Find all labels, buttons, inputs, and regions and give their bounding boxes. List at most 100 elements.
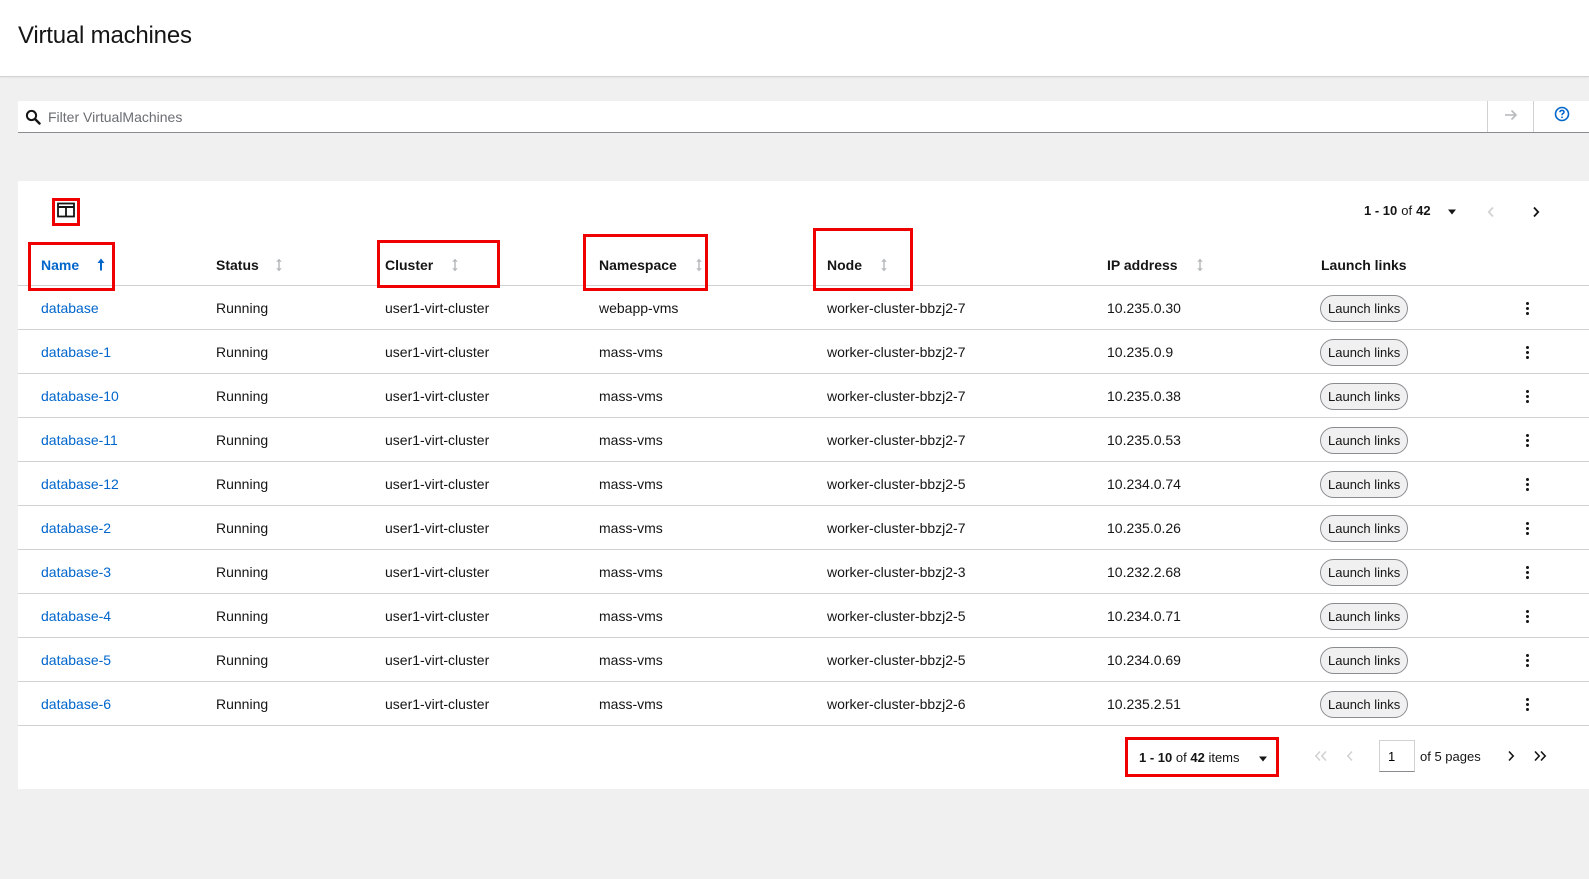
row-actions-button[interactable]	[1526, 374, 1538, 418]
row-actions-button[interactable]	[1526, 682, 1538, 726]
vm-name-link[interactable]: database-12	[41, 462, 119, 506]
launch-links-cell: Launch links	[1320, 594, 1409, 638]
ip-address-cell: 10.235.0.26	[1107, 520, 1181, 536]
launch-links-cell: Launch links	[1320, 506, 1409, 550]
top-next-page-button[interactable]	[1532, 205, 1540, 223]
launch-links-cell: Launch links	[1320, 286, 1409, 330]
row-actions-button[interactable]	[1526, 638, 1538, 682]
caret-down-icon	[1258, 750, 1268, 765]
cluster-cell: user1-virt-cluster	[385, 608, 490, 624]
top-pagination-toggle[interactable]: 1 - 10 of 42	[1364, 203, 1457, 218]
launch-links-button[interactable]: Launch links	[1320, 338, 1409, 366]
launch-links-cell: Launch links	[1320, 374, 1409, 418]
ip-address-cell: 10.235.0.53	[1107, 432, 1181, 448]
vm-name-link[interactable]: database-11	[41, 418, 118, 462]
column-header-status[interactable]: Status	[216, 243, 283, 286]
row-actions-button[interactable]	[1526, 286, 1538, 330]
cluster-cell: user1-virt-cluster	[385, 432, 490, 448]
vm-name-link[interactable]: database-5	[41, 638, 111, 682]
columns-icon	[57, 202, 75, 223]
bottom-pagination-of: of	[1175, 749, 1187, 765]
kebab-icon	[1526, 301, 1529, 315]
bottom-pagination-toggle[interactable]: 1 - 10 of 42 items	[1125, 737, 1279, 777]
page-count-text: of 5 pages	[1420, 749, 1481, 764]
status-cell: Running	[216, 696, 269, 712]
launch-links-button[interactable]: Launch links	[1320, 426, 1409, 454]
column-label: Launch links	[1321, 256, 1407, 273]
page-number-input[interactable]	[1379, 740, 1415, 772]
kebab-icon	[1526, 389, 1529, 403]
node-cell: worker-cluster-bbzj2-7	[827, 432, 966, 448]
ip-address-cell: 10.235.0.38	[1107, 388, 1181, 404]
bottom-pagination-summary: 1 - 10 of 42 items	[1139, 750, 1240, 765]
vm-name-link[interactable]: database-4	[41, 594, 111, 638]
row-actions-button[interactable]	[1526, 506, 1538, 550]
namespace-cell: mass-vms	[599, 652, 663, 668]
cluster-cell: user1-virt-cluster	[385, 652, 490, 668]
vm-name-link[interactable]: database	[41, 286, 99, 330]
highlight-box	[377, 240, 500, 288]
vm-name-link[interactable]: database-3	[41, 550, 111, 594]
highlight-box	[813, 228, 913, 291]
vm-name-link[interactable]: database-10	[41, 374, 119, 418]
namespace-cell: mass-vms	[599, 564, 663, 580]
launch-links-button[interactable]: Launch links	[1320, 558, 1409, 586]
column-header-ip-address[interactable]: IP address	[1107, 243, 1204, 286]
next-page-button[interactable]	[1507, 749, 1515, 767]
row-actions-button[interactable]	[1526, 462, 1538, 506]
node-cell: worker-cluster-bbzj2-5	[827, 476, 966, 492]
ip-address-cell: 10.235.2.51	[1107, 696, 1181, 712]
status-cell: Running	[216, 344, 269, 360]
filter-bar	[18, 101, 1589, 133]
row-actions-button[interactable]	[1526, 550, 1538, 594]
vm-name-link[interactable]: database-6	[41, 682, 111, 726]
page-title: Virtual machines	[18, 22, 192, 49]
cluster-cell: user1-virt-cluster	[385, 696, 490, 712]
node-cell: worker-cluster-bbzj2-6	[827, 696, 966, 712]
manage-columns-button[interactable]	[52, 198, 80, 226]
node-cell: worker-cluster-bbzj2-7	[827, 388, 966, 404]
launch-links-button[interactable]: Launch links	[1320, 294, 1409, 322]
vm-name-link[interactable]: database-2	[41, 506, 111, 550]
row-actions-button[interactable]	[1526, 594, 1538, 638]
table-row: database-1 Running user1-virt-cluster mass-…	[18, 330, 1589, 374]
vm-table-card: 1 - 10 of 42 Name Status Cluster Namespa…	[18, 181, 1589, 789]
launch-links-button[interactable]: Launch links	[1320, 646, 1409, 674]
filter-help-button[interactable]	[1533, 101, 1589, 132]
filter-input[interactable]	[48, 101, 1484, 132]
table-row: database-4 Running user1-virt-cluster mass-…	[18, 594, 1589, 638]
launch-links-button[interactable]: Launch links	[1320, 602, 1409, 630]
namespace-cell: mass-vms	[599, 388, 663, 404]
sort-icon	[1196, 258, 1204, 272]
launch-links-button[interactable]: Launch links	[1320, 690, 1409, 718]
cluster-cell: user1-virt-cluster	[385, 520, 490, 536]
previous-page-button[interactable]	[1346, 749, 1354, 767]
filter-submit-button[interactable]	[1487, 101, 1533, 132]
vm-name-link[interactable]: database-1	[41, 330, 111, 374]
kebab-icon	[1526, 477, 1529, 491]
launch-links-button[interactable]: Launch links	[1320, 514, 1409, 542]
column-header-launch-links: Launch links	[1321, 243, 1407, 286]
kebab-icon	[1526, 345, 1529, 359]
node-cell: worker-cluster-bbzj2-5	[827, 652, 966, 668]
ip-address-cell: 10.232.2.68	[1107, 564, 1181, 580]
first-page-button[interactable]	[1314, 749, 1328, 767]
status-cell: Running	[216, 652, 269, 668]
kebab-icon	[1526, 697, 1529, 711]
bottom-pagination-range: 1 - 10	[1139, 749, 1173, 765]
column-label: Status	[216, 256, 259, 273]
kebab-icon	[1526, 565, 1529, 579]
kebab-icon	[1526, 609, 1529, 623]
launch-links-button[interactable]: Launch links	[1320, 382, 1409, 410]
ip-address-cell: 10.234.0.71	[1107, 608, 1181, 624]
row-actions-button[interactable]	[1526, 418, 1538, 462]
node-cell: worker-cluster-bbzj2-7	[827, 344, 966, 360]
launch-links-cell: Launch links	[1320, 462, 1409, 506]
top-prev-page-button[interactable]	[1487, 205, 1495, 223]
last-page-button[interactable]	[1533, 749, 1547, 767]
row-actions-button[interactable]	[1526, 330, 1538, 374]
status-cell: Running	[216, 300, 269, 316]
node-cell: worker-cluster-bbzj2-7	[827, 300, 966, 316]
arrow-right-icon	[1504, 108, 1518, 126]
launch-links-button[interactable]: Launch links	[1320, 470, 1409, 498]
